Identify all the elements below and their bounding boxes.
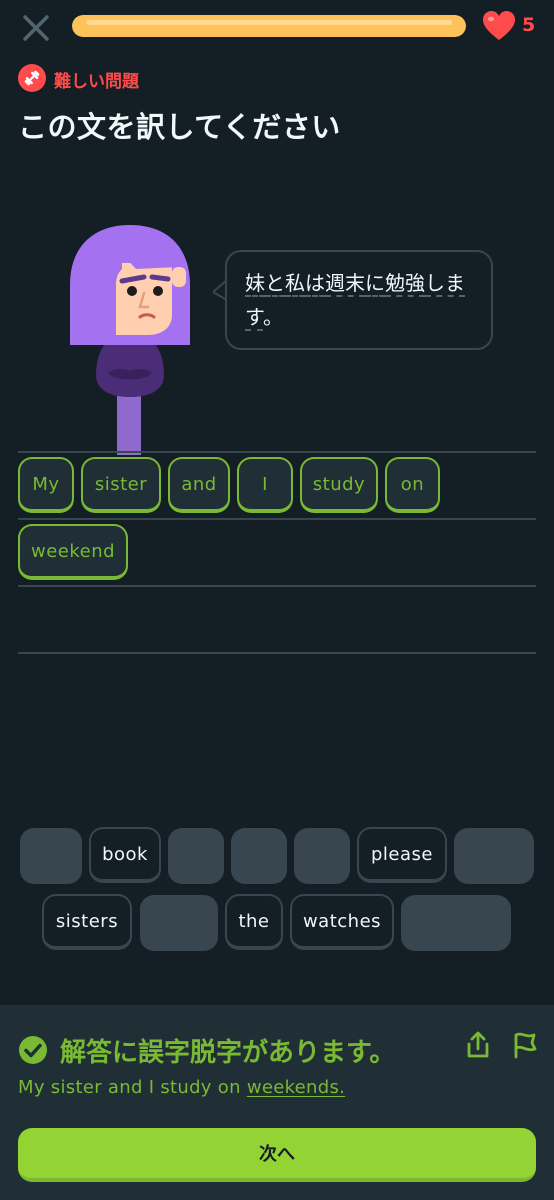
speech-bubble: 妹と私は週末に勉強します。 xyxy=(225,250,493,350)
prompt-word[interactable]: しま xyxy=(425,271,465,297)
close-button[interactable] xyxy=(18,10,54,46)
answer-tile[interactable]: My xyxy=(18,457,74,513)
check-circle-icon xyxy=(19,1036,47,1064)
page-title: この文を訳してください xyxy=(18,110,341,144)
prompt-word[interactable]: に xyxy=(365,271,385,297)
prompt-sentence: 妹と私は週末に勉強します。 xyxy=(245,266,485,334)
prompt-word[interactable]: は xyxy=(305,271,325,297)
word-bank-tile[interactable]: the xyxy=(225,894,283,950)
answer-line xyxy=(18,451,536,453)
prompt-word[interactable]: 勉強 xyxy=(385,271,425,297)
answer-line xyxy=(18,585,536,587)
word-bank-slot-empty xyxy=(231,828,287,884)
word-bank-slot-empty xyxy=(168,828,224,884)
answer-tile[interactable]: I xyxy=(237,457,293,513)
prompt-word[interactable]: と xyxy=(265,271,285,297)
word-bank-tile[interactable]: book xyxy=(89,827,161,883)
answer-tile[interactable]: and xyxy=(168,457,230,513)
correct-answer: My sister and I study on weekends. xyxy=(18,1077,345,1098)
prompt-word[interactable]: 週末 xyxy=(325,271,365,297)
feedback-title: 解答に誤字脱字があります。 xyxy=(60,1038,396,1068)
next-button[interactable]: 次へ xyxy=(18,1128,536,1182)
share-icon[interactable] xyxy=(464,1030,492,1060)
answer-tile[interactable]: study xyxy=(300,457,378,513)
answer-tile[interactable]: sister xyxy=(81,457,161,513)
progress-bar xyxy=(72,15,466,37)
word-bank-slot-empty xyxy=(294,828,350,884)
answer-tile[interactable]: weekend xyxy=(18,524,128,580)
difficulty-badge: 難しい問題 xyxy=(54,72,139,92)
word-bank-slot-empty xyxy=(454,828,534,884)
word-bank-tile[interactable]: watches xyxy=(290,894,394,950)
answer-line xyxy=(18,652,536,654)
prompt-word[interactable]: 私 xyxy=(285,271,305,297)
flag-icon[interactable] xyxy=(510,1030,538,1060)
character-lily-illustration xyxy=(70,225,190,455)
hearts-count: 5 xyxy=(522,14,536,36)
correct-answer-text: My sister and I study on xyxy=(18,1077,247,1098)
word-bank-slot-empty xyxy=(20,828,82,884)
word-bank-slot-empty xyxy=(401,895,511,951)
correct-answer-highlight: weekends. xyxy=(246,1077,346,1098)
dumbbell-icon xyxy=(18,64,46,92)
heart-icon xyxy=(483,11,515,40)
progress-fill xyxy=(72,15,466,37)
prompt-punctuation: 。 xyxy=(263,305,283,329)
answer-line xyxy=(18,518,536,520)
close-icon xyxy=(23,15,49,41)
prompt-word[interactable]: 妹 xyxy=(245,271,265,297)
word-bank-slot-empty xyxy=(140,895,218,951)
prompt-word[interactable]: す xyxy=(245,305,263,331)
answer-tile[interactable]: on xyxy=(385,457,440,513)
word-bank-tile[interactable]: sisters xyxy=(42,894,132,950)
progress-shine xyxy=(86,20,452,25)
word-bank-tile[interactable]: please xyxy=(357,827,447,883)
